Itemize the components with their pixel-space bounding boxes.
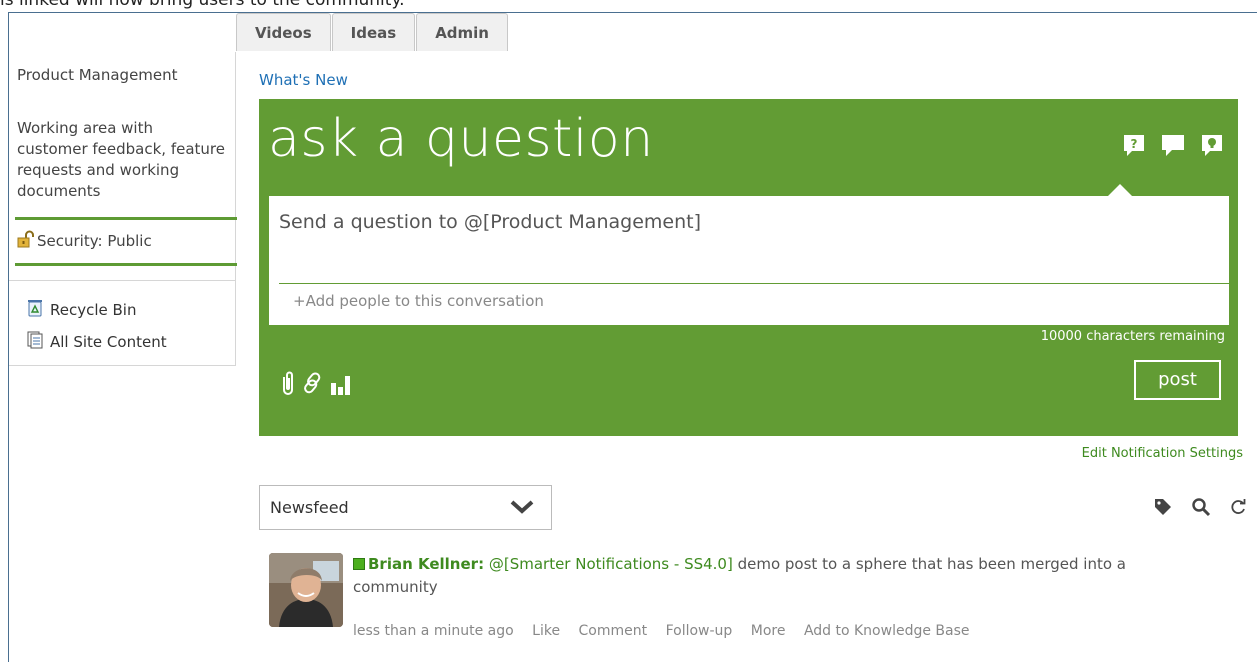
recycle-bin-label: Recycle Bin <box>50 301 137 319</box>
tab-bar: Videos Ideas Admin <box>236 13 509 51</box>
avatar[interactable] <box>269 553 343 627</box>
input-underline <box>279 283 1231 284</box>
follow-up-link[interactable]: Follow-up <box>666 623 733 639</box>
refresh-icon[interactable] <box>1229 498 1247 520</box>
question-box: Send a question to @[Product Management]… <box>269 196 1231 325</box>
newsfeed-selected-value: Newsfeed <box>270 498 349 517</box>
question-icon[interactable]: ? <box>1122 133 1146 161</box>
site-content-icon <box>27 331 43 353</box>
panel-title: ask a question <box>268 109 654 169</box>
post-type-icons: ? <box>1122 133 1224 161</box>
tag-icon[interactable] <box>1153 497 1173 521</box>
post-time: less than a minute ago <box>353 623 514 639</box>
tab-admin[interactable]: Admin <box>416 13 508 51</box>
divider <box>15 263 237 266</box>
comment-link[interactable]: Comment <box>579 623 648 639</box>
site-title: Product Management <box>17 66 178 84</box>
tab-videos[interactable]: Videos <box>236 13 331 51</box>
whats-new-link[interactable]: What's New <box>259 71 348 89</box>
characters-remaining: 10000 characters remaining <box>1040 329 1225 344</box>
chevron-down-icon <box>510 499 534 519</box>
divider <box>9 280 236 281</box>
post-meta: less than a minute ago Like Comment Foll… <box>353 623 984 639</box>
site-description: Working area with customer feedback, fea… <box>17 119 226 200</box>
idea-icon[interactable] <box>1200 133 1224 161</box>
paperclip-icon[interactable] <box>279 371 297 399</box>
poll-chart-icon[interactable] <box>329 373 353 399</box>
sidebar-item-all-site-content[interactable]: All Site Content <box>27 331 167 353</box>
selected-type-caret <box>1108 184 1132 196</box>
more-link[interactable]: More <box>751 623 786 639</box>
tab-ideas[interactable]: Ideas <box>331 13 416 51</box>
top-caption-text: is linked will now bring users to the co… <box>0 0 405 10</box>
post-button[interactable]: post <box>1134 360 1221 400</box>
add-to-knowledge-base-link[interactable]: Add to Knowledge Base <box>804 623 970 639</box>
all-site-content-label: All Site Content <box>50 333 167 351</box>
ask-question-panel: ask a question ? Send a question to @[Pr… <box>259 99 1238 436</box>
left-sidebar: Product Management Working area with cus… <box>9 52 237 366</box>
svg-text:?: ? <box>1131 137 1138 151</box>
question-input[interactable]: Send a question to @[Product Management] <box>279 211 701 233</box>
divider <box>15 217 237 220</box>
like-link[interactable]: Like <box>532 623 560 639</box>
security-status: Security: Public <box>17 230 152 252</box>
newsfeed-dropdown[interactable]: Newsfeed <box>259 485 552 530</box>
link-icon[interactable] <box>301 371 325 399</box>
padlock-icon <box>17 230 35 252</box>
security-label: Security: Public <box>37 232 152 250</box>
conversation-icon[interactable] <box>1160 133 1186 161</box>
recycle-bin-icon <box>27 299 43 321</box>
presence-indicator-icon <box>353 558 365 570</box>
add-people-input[interactable]: +Add people to this conversation <box>293 292 544 310</box>
search-icon[interactable] <box>1191 497 1211 521</box>
post-mention[interactable]: @[Smarter Notifications - SS4.0] <box>489 555 733 573</box>
post-author[interactable]: Brian Kellner <box>368 555 478 573</box>
edit-notification-settings-link[interactable]: Edit Notification Settings <box>1082 446 1243 461</box>
sidebar-item-recycle-bin[interactable]: Recycle Bin <box>27 299 136 321</box>
feed-toolbar <box>1153 497 1247 521</box>
post-body: Brian Kellner: @[Smarter Notifications -… <box>353 555 1126 596</box>
attachment-tools <box>279 371 353 399</box>
